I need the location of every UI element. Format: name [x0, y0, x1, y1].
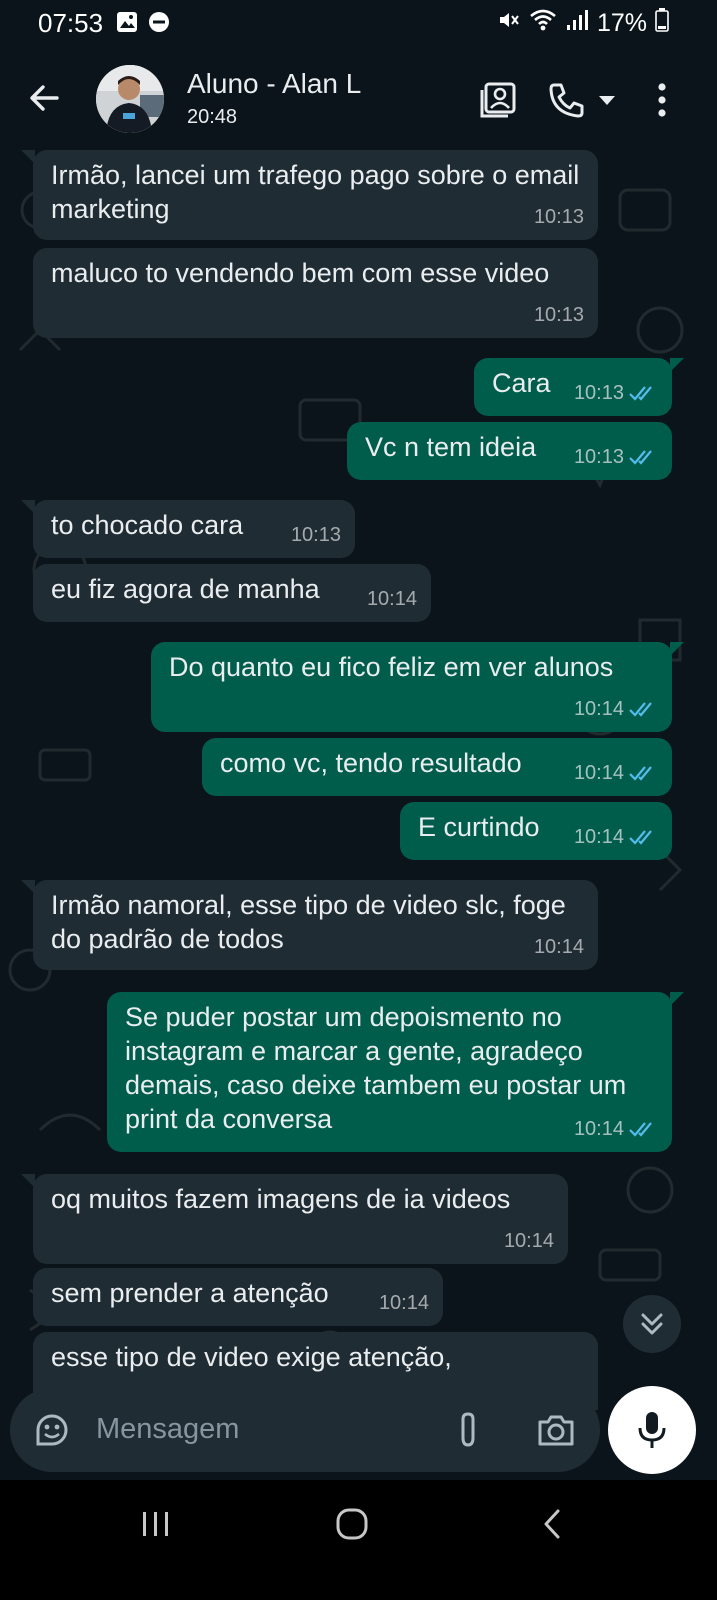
read-ticks-icon — [629, 1122, 652, 1137]
message-time: 10:14 — [503, 1230, 554, 1252]
message-time: 10:13 — [573, 446, 624, 468]
attach-icon[interactable] — [446, 1408, 490, 1452]
chat-area[interactable]: Irmão, lancei um trafego pago sobre o em… — [0, 150, 717, 1410]
message-bubble-outgoing[interactable]: como vc, tendo resultado 10:14 — [202, 738, 672, 796]
message-composer[interactable]: Mensagem — [10, 1388, 600, 1472]
status-bar: 07:53 17% — [0, 0, 717, 50]
status-time: 07:53 — [38, 8, 104, 38]
recent-apps-icon[interactable] — [126, 1502, 186, 1546]
message-time: 10:14 — [573, 698, 624, 720]
phone-icon[interactable] — [544, 78, 588, 122]
dropdown-icon[interactable] — [592, 78, 622, 122]
read-ticks-icon — [629, 702, 652, 717]
message-text: Irmão namoral, esse tipo de video slc, f… — [51, 890, 566, 954]
chat-header: Aluno - Alan L 20:48 — [0, 50, 717, 150]
message-time: 10:13 — [533, 206, 584, 228]
home-icon[interactable] — [322, 1502, 382, 1546]
dnd-icon — [148, 11, 170, 38]
mic-button[interactable] — [608, 1386, 696, 1474]
message-bubble-outgoing[interactable]: Vc n tem ideia 10:13 — [347, 422, 672, 480]
message-bubble-incoming[interactable]: oq muitos fazem imagens de ia videos 10:… — [21, 1174, 568, 1264]
more-vert-icon[interactable] — [640, 78, 684, 122]
read-ticks-icon — [629, 450, 652, 465]
message-text: sem prender a atenção — [51, 1278, 329, 1308]
double-chevron-down-icon — [641, 1313, 663, 1335]
message-bubble-incoming[interactable]: maluco to vendendo bem com esse video 10… — [33, 248, 598, 338]
message-text: eu fiz agora de manha — [51, 574, 320, 604]
message-time: 10:13 — [290, 524, 341, 546]
system-nav-bar — [0, 1480, 717, 1600]
read-ticks-icon — [629, 766, 652, 781]
back-nav-icon[interactable] — [522, 1502, 582, 1546]
message-bubble-outgoing[interactable]: E curtindo 10:14 — [400, 802, 672, 860]
image-icon — [116, 11, 138, 38]
message-text: Irmão, lancei um trafego pago sobre o em… — [51, 160, 580, 224]
battery-icon — [655, 8, 669, 39]
message-time: 10:14 — [533, 936, 584, 958]
message-text: oq muitos fazem imagens de ia videos — [51, 1184, 511, 1214]
camera-icon[interactable] — [534, 1408, 578, 1452]
message-time: 10:14 — [366, 588, 417, 610]
sticker-icon[interactable] — [30, 1408, 74, 1452]
avatar[interactable] — [96, 65, 164, 133]
back-arrow-icon[interactable] — [24, 78, 64, 118]
mic-icon — [638, 1412, 666, 1448]
battery-percent: 17% — [596, 9, 647, 37]
message-bubble-outgoing[interactable]: Do quanto eu fico feliz em ver alunos 10… — [151, 642, 684, 732]
message-bubble-incoming[interactable]: sem prender a atenção 10:14 — [33, 1268, 443, 1326]
message-time: 10:13 — [573, 382, 624, 404]
message-bubble-incoming[interactable]: Irmão, lancei um trafego pago sobre o em… — [21, 150, 598, 240]
message-time: 10:13 — [533, 304, 584, 326]
read-ticks-icon — [629, 386, 652, 401]
contact-name[interactable]: Aluno - Alan L — [187, 68, 361, 100]
message-bubble-outgoing[interactable]: Se puder postar um depoismento no instag… — [107, 992, 684, 1152]
message-bubble-incoming[interactable]: eu fiz agora de manha 10:14 — [33, 564, 431, 622]
message-time: 10:14 — [378, 1292, 429, 1314]
message-time: 10:14 — [573, 826, 624, 848]
message-text: Do quanto eu fico feliz em ver alunos — [169, 652, 614, 682]
scroll-to-bottom-button[interactable] — [623, 1295, 681, 1353]
contact-last-seen: 20:48 — [187, 106, 238, 128]
message-bubble-incoming[interactable]: Irmão namoral, esse tipo de video slc, f… — [21, 880, 598, 970]
message-text: maluco to vendendo bem com esse video — [51, 258, 550, 288]
mute-icon — [497, 8, 521, 39]
message-time: 10:14 — [573, 1118, 624, 1140]
message-text: esse tipo de video exige atenção, — [51, 1342, 452, 1372]
signal-icon — [565, 8, 589, 39]
contact-card-icon[interactable] — [476, 78, 520, 122]
wifi-icon — [529, 8, 557, 39]
message-bubble-incoming[interactable]: to chocado cara 10:13 — [21, 500, 355, 558]
message-time: 10:14 — [573, 762, 624, 784]
message-bubble-outgoing[interactable]: Cara 10:13 — [474, 358, 684, 416]
read-ticks-icon — [629, 830, 652, 845]
message-input[interactable]: Mensagem — [96, 1413, 239, 1446]
